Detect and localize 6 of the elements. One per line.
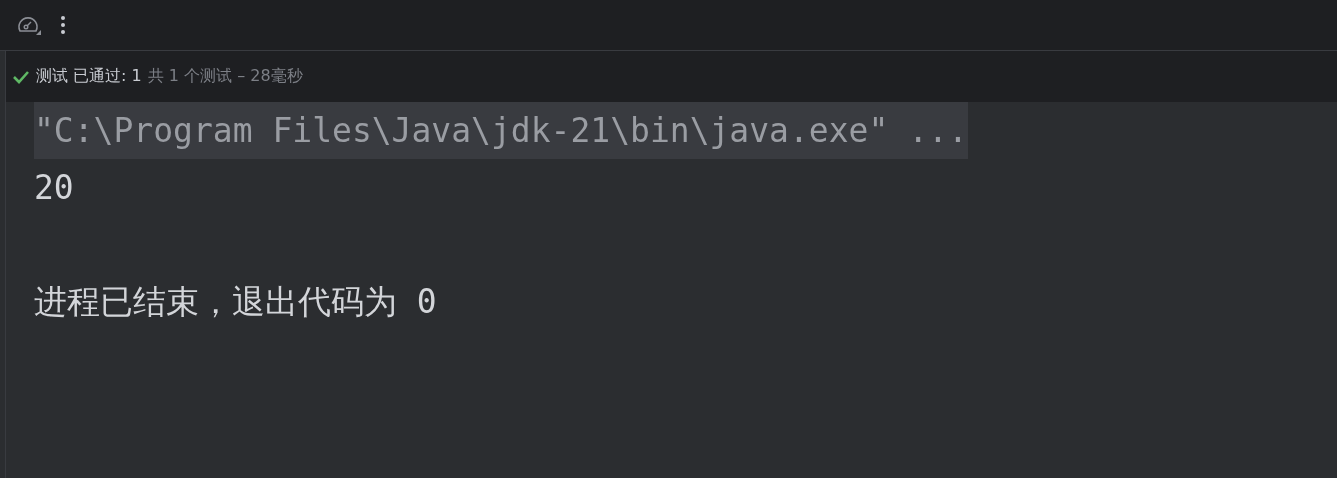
test-result-label: 测试 已通过: 1: [36, 66, 142, 87]
more-icon: [60, 15, 66, 35]
gauge-icon: [16, 14, 42, 36]
exit-message: 进程已结束，退出代码为 0: [34, 281, 437, 323]
output-line: 20: [34, 167, 74, 209]
test-summary: 共 1 个测试 – 28毫秒: [147, 66, 303, 87]
